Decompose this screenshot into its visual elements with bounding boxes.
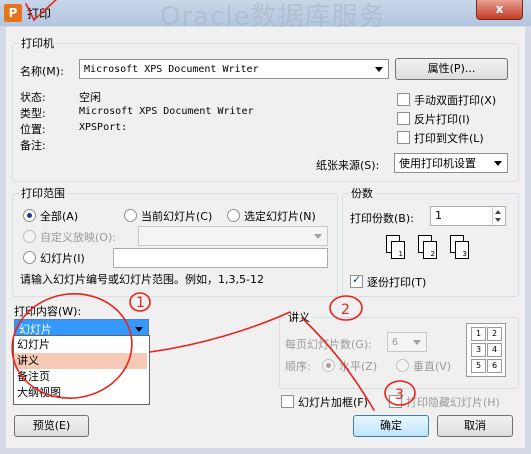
range-custom-radio[interactable] — [23, 230, 36, 243]
type-label: 类型: — [20, 107, 46, 120]
layout-cell: 3 — [471, 343, 486, 357]
print-hidden-label[interactable]: 打印隐藏幻灯片(H) — [406, 394, 500, 410]
type-value: Microsoft XPS Document Writer — [79, 106, 254, 117]
print-range-legend: 打印范围 — [21, 187, 65, 200]
order-horizontal-radio[interactable] — [322, 359, 335, 372]
range-current-radio[interactable] — [124, 209, 137, 222]
copies-count-input[interactable]: 1 — [430, 206, 506, 226]
layout-cell: 2 — [487, 327, 502, 341]
properties-button[interactable]: 属性(P)... — [395, 58, 508, 80]
print-hidden-checkbox[interactable] — [389, 395, 402, 408]
paper-source-label: 纸张来源(S): — [316, 159, 380, 172]
page-number: 1 — [398, 250, 403, 258]
dropdown-option-handouts[interactable]: 讲义 — [14, 353, 147, 369]
range-all-radio[interactable] — [23, 209, 36, 222]
range-all-label[interactable]: 全部(A) — [40, 208, 78, 224]
printer-legend: 打印机 — [21, 37, 54, 50]
spinner-icon[interactable] — [492, 207, 505, 225]
page-icon: 3 — [455, 241, 469, 259]
ok-button[interactable]: 确定 — [353, 415, 429, 437]
range-selected-label[interactable]: 选定幻灯片(N) — [244, 208, 316, 224]
close-button[interactable]: x — [476, 0, 523, 20]
copies-count-label: 打印份数(B): — [350, 212, 414, 225]
range-current-label[interactable]: 当前幻灯片(C) — [141, 208, 212, 224]
custom-show-select[interactable] — [138, 226, 328, 246]
range-hint: 请输入幻灯片编号或幻灯片范围。例如，1,3,5-12 — [20, 273, 264, 286]
range-custom-label[interactable]: 自定义放映(O): — [40, 229, 116, 245]
printer-name-label: 名称(M): — [20, 65, 64, 78]
preview-button[interactable]: 预览(E) — [14, 415, 89, 437]
chevron-down-icon — [413, 340, 421, 345]
layout-cell: 1 — [471, 327, 486, 341]
handout-layout-preview: 1 2 3 4 5 6 — [466, 323, 506, 377]
app-icon: P — [4, 4, 22, 22]
copies-legend: 份数 — [351, 187, 373, 200]
status-label: 状态: — [20, 91, 46, 104]
order-label: 顺序: — [285, 360, 311, 373]
handouts-legend: 讲义 — [288, 311, 310, 324]
cancel-button[interactable]: 取消 — [437, 415, 513, 437]
dropdown-option-slides[interactable]: 幻灯片 — [14, 337, 147, 353]
page-number: 2 — [430, 250, 435, 258]
manual-duplex-label[interactable]: 手动双面打印(X) — [414, 92, 496, 108]
comment-label: 备注: — [20, 139, 46, 152]
chevron-down-icon — [494, 161, 502, 166]
reverse-print-label[interactable]: 反片打印(I) — [414, 111, 470, 127]
order-horizontal-label[interactable]: 水平(Z) — [339, 358, 377, 374]
per-page-label: 每页幻灯片数(G): — [285, 338, 372, 351]
range-slides-radio[interactable] — [23, 251, 36, 264]
page-icon: 2 — [423, 241, 437, 259]
range-slides-label[interactable]: 幻灯片(I) — [40, 250, 85, 266]
order-vertical-radio[interactable] — [396, 359, 409, 372]
slides-range-input[interactable] — [113, 248, 328, 268]
status-value: 空闲 — [79, 91, 101, 104]
collate-checkbox[interactable] — [350, 273, 363, 288]
page-icon: 1 — [391, 241, 405, 259]
dropdown-option-notes[interactable]: 备注页 — [14, 369, 147, 385]
where-label: 位置: — [20, 123, 46, 136]
reverse-print-checkbox[interactable] — [397, 112, 410, 125]
manual-duplex-checkbox[interactable] — [397, 93, 410, 106]
paper-source-select[interactable]: 使用打印机设置 — [394, 153, 508, 173]
page-number: 3 — [462, 250, 467, 258]
dropdown-option-outline[interactable]: 大纲视图 — [14, 385, 147, 401]
frame-slides-checkbox[interactable] — [281, 395, 294, 408]
printer-name-select[interactable]: Microsoft XPS Document Writer — [79, 59, 389, 79]
print-to-file-checkbox[interactable] — [397, 131, 410, 144]
per-page-select[interactable]: 6 — [387, 332, 427, 352]
where-value: XPSPort: — [79, 122, 128, 133]
chevron-down-icon — [135, 327, 143, 332]
paper-source-value: 使用打印机设置 — [399, 157, 476, 170]
range-selected-radio[interactable] — [227, 209, 240, 222]
printer-name-value: Microsoft XPS Document Writer — [84, 64, 259, 75]
order-vertical-label[interactable]: 垂直(V) — [413, 358, 451, 374]
print-what-label: 打印内容(W): — [14, 305, 82, 318]
window-title: 打印 — [27, 7, 52, 21]
layout-cell: 5 — [471, 359, 486, 373]
collate-label[interactable]: 逐份打印(T) — [367, 274, 426, 290]
frame-slides-label[interactable]: 幻灯片加框(F) — [298, 394, 368, 410]
print-what-dropdown-list: 幻灯片 讲义 备注页 大纲视图 — [13, 335, 150, 405]
chevron-down-icon — [314, 234, 322, 239]
chevron-down-icon — [375, 67, 383, 72]
layout-cell: 6 — [487, 359, 502, 373]
per-page-value: 6 — [392, 337, 399, 348]
layout-cell: 4 — [487, 343, 502, 357]
copies-count-value: 1 — [435, 209, 442, 222]
print-to-file-label[interactable]: 打印到文件(L) — [414, 130, 484, 146]
